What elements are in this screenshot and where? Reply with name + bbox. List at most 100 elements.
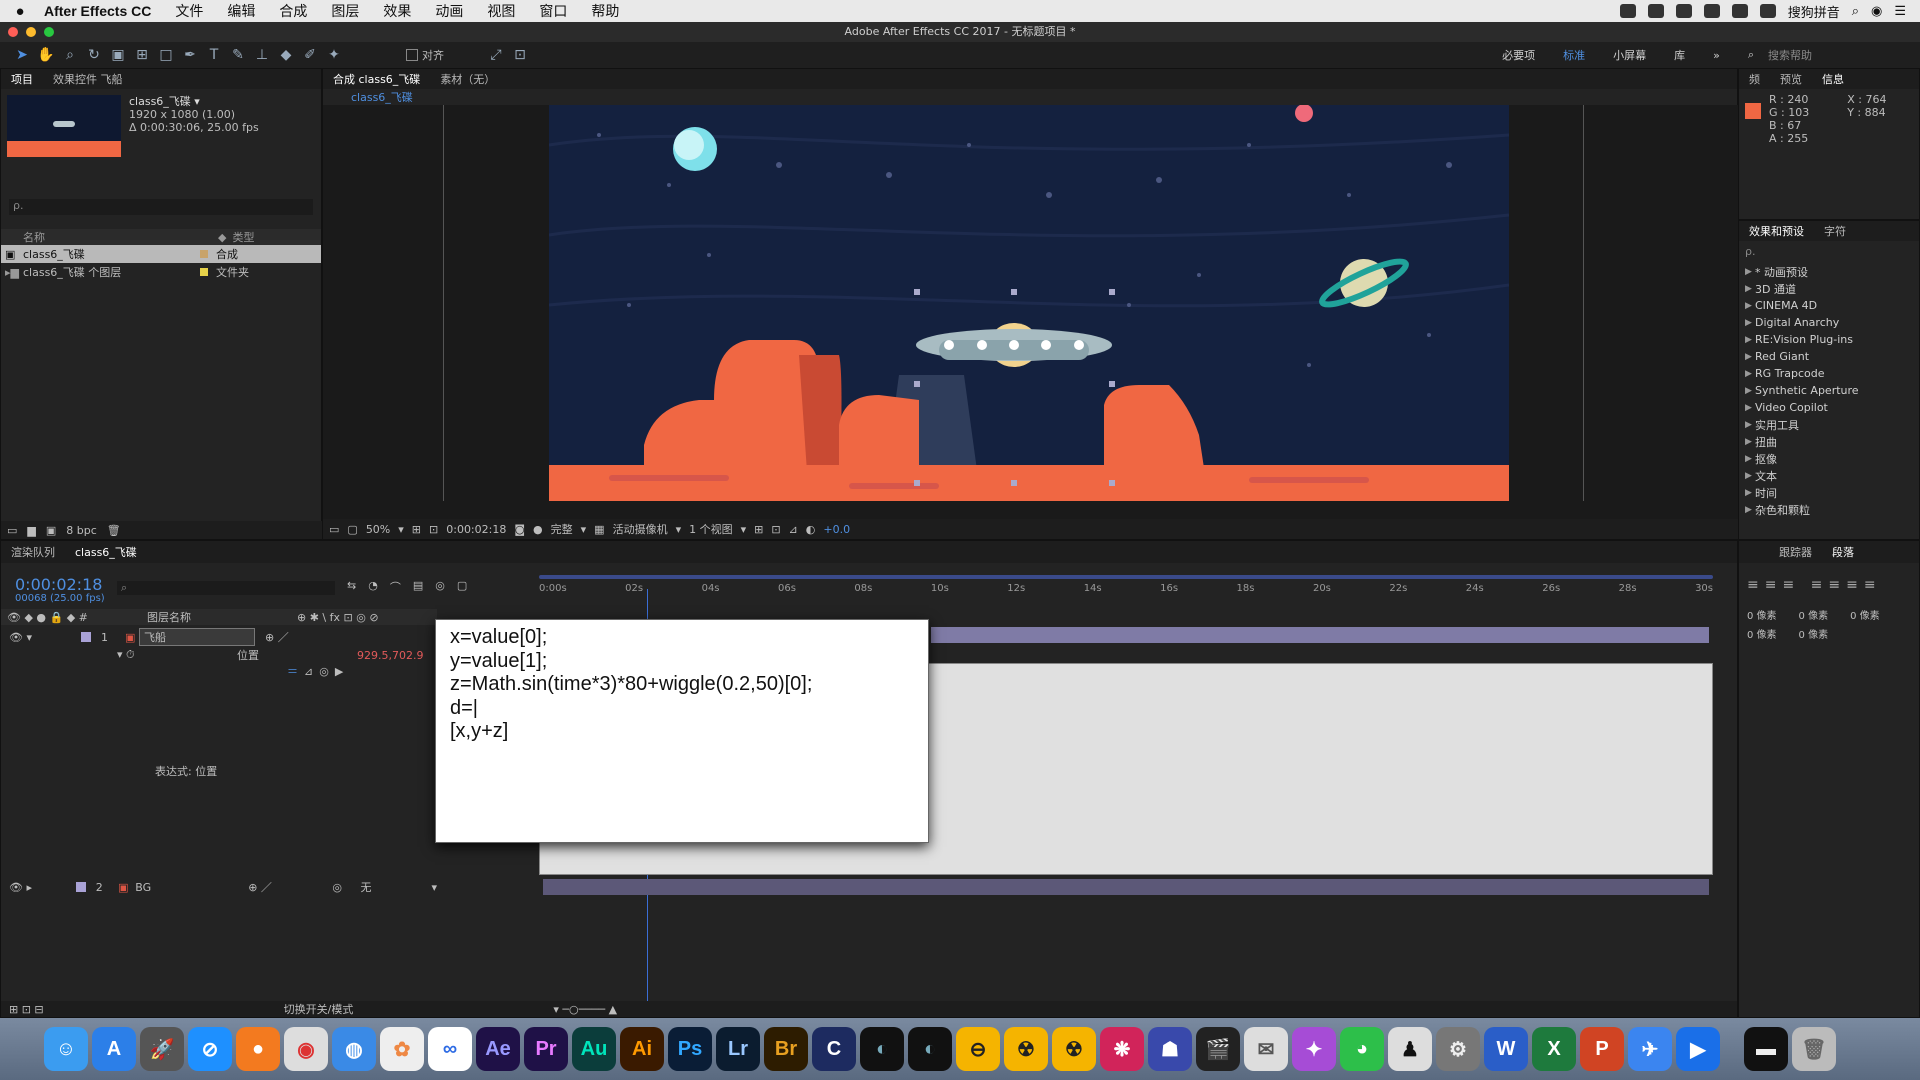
rotate-tool-icon[interactable]: ↻ — [82, 47, 106, 63]
shy-icon[interactable]: ⌒ — [390, 579, 401, 595]
tab-timeline-comp[interactable]: class6_飞碟 — [65, 544, 147, 560]
layer-bar[interactable] — [931, 627, 1709, 643]
label-color-icon[interactable] — [81, 632, 91, 642]
bridge-icon[interactable]: Br — [764, 1027, 808, 1071]
pickwhip-icon[interactable]: ◎ — [319, 665, 329, 678]
motion-blur-icon[interactable]: ◎ — [435, 579, 445, 595]
visibility-icon[interactable]: 👁 ▾ — [1, 631, 81, 644]
zoom-tool-icon[interactable]: ⌕ — [58, 47, 82, 63]
zoom-window-button[interactable] — [44, 27, 54, 37]
effects-category[interactable]: ▶ Synthetic Aperture — [1745, 382, 1919, 399]
photos-icon[interactable]: ✿ — [380, 1027, 424, 1071]
search-help-icon[interactable]: ⌕ — [1748, 48, 1754, 62]
region-icon[interactable]: ⊡ — [429, 523, 438, 536]
handbrake-icon[interactable]: ⊖ — [956, 1027, 1000, 1071]
frame-blending-icon[interactable]: ▤ — [413, 579, 423, 595]
camera-tool-icon[interactable]: ▣ — [106, 47, 130, 63]
safari-icon[interactable]: ⊘ — [188, 1027, 232, 1071]
effects-category[interactable]: ▶ RG Trapcode — [1745, 365, 1919, 382]
menu-window[interactable]: 窗口 — [527, 1, 579, 21]
preview-icon[interactable]: ✉ — [1244, 1027, 1288, 1071]
volume-icon[interactable] — [1759, 4, 1776, 18]
search-help-input[interactable]: 搜索帮助 — [1768, 47, 1908, 63]
monitor-icon[interactable]: ▢ — [347, 523, 357, 536]
qq-icon[interactable]: ♟ — [1388, 1027, 1432, 1071]
col-layer-name[interactable]: 图层名称 — [107, 609, 277, 625]
lightroom-icon[interactable]: Lr — [716, 1027, 760, 1071]
graph-icon[interactable]: ⊿ — [304, 665, 313, 678]
indent-left[interactable]: 0 像素 — [1747, 607, 1777, 622]
wifi-icon[interactable] — [1675, 4, 1692, 18]
trash-icon[interactable]: 🗑 — [107, 524, 121, 537]
tab-effect-controls[interactable]: 效果控件 飞船 — [43, 71, 133, 87]
workspace-essentials[interactable]: 必要项 — [1502, 47, 1535, 63]
effects-category[interactable]: ▶ RE:Vision Plug-ins — [1745, 331, 1919, 348]
tab-tracker[interactable]: 跟踪器 — [1769, 544, 1822, 560]
alignment-buttons[interactable]: ≡≡≡ ≡≡≡≡ — [1739, 563, 1919, 607]
menu-help[interactable]: 帮助 — [579, 1, 631, 21]
tab-info[interactable]: 信息 — [1812, 71, 1854, 87]
apple-icon[interactable]: ● — [0, 3, 40, 20]
list-item[interactable]: ▣ class6_飞碟 合成 — [1, 245, 321, 263]
cinema4d-icon[interactable]: ◐ — [860, 1027, 904, 1071]
grid-icon[interactable]: ⊞ — [412, 523, 421, 536]
pen-tool-icon[interactable]: ✒ — [178, 47, 202, 63]
illustrator-icon[interactable]: Ai — [620, 1027, 664, 1071]
menu-layer[interactable]: 图层 — [319, 1, 371, 21]
comp-name[interactable]: class6_飞碟 ▾ — [129, 95, 259, 108]
input-method[interactable]: 搜狗拼音 — [1788, 2, 1840, 21]
eye-icon[interactable] — [1647, 4, 1664, 18]
clock-icon[interactable] — [1731, 4, 1748, 18]
zoom-slider[interactable]: ▾ ─○──── ▲ — [553, 1003, 617, 1016]
effects-category[interactable]: ▶ * 动画预设 — [1745, 263, 1919, 280]
transparency-grid-icon[interactable]: ▦ — [594, 523, 604, 536]
effects-category[interactable]: ▶ Video Copilot — [1745, 399, 1919, 416]
indent-right[interactable]: 0 像素 — [1850, 607, 1880, 622]
close-window-button[interactable] — [8, 27, 18, 37]
workspace-standard[interactable]: 标准 — [1563, 47, 1585, 63]
effects-category[interactable]: ▶ 实用工具 — [1745, 416, 1919, 433]
zoom-select[interactable]: 50% — [366, 523, 390, 536]
chrome-icon[interactable]: ◉ — [284, 1027, 328, 1071]
menu-list-icon[interactable]: ☰ — [1894, 3, 1906, 19]
transform-icon[interactable]: ⊡ — [508, 47, 532, 63]
premiere-icon[interactable]: Pr — [524, 1027, 568, 1071]
pan-behind-tool-icon[interactable]: ⊞ — [130, 47, 154, 63]
tab-project[interactable]: 项目 — [1, 71, 43, 87]
tab-effects-presets[interactable]: 效果和预设 — [1739, 223, 1814, 239]
comp-breadcrumb[interactable]: class6_飞碟 — [323, 89, 1737, 105]
brush-tool-icon[interactable]: ✎ — [226, 47, 250, 63]
toggle-pixel-icon[interactable]: ⊞ — [754, 523, 763, 536]
language-menu-icon[interactable]: ▶ — [335, 665, 343, 678]
view-layout-select[interactable]: 1 个视图 — [689, 521, 733, 537]
property-row[interactable]: ▾ ⏱ 位置 929.5,702.9 — [1, 645, 437, 665]
visibility-icon[interactable]: 👁 ▸ — [1, 881, 76, 894]
parent-pickwhip-icon[interactable]: ◎ — [332, 881, 360, 894]
indent-first[interactable]: 0 像素 — [1799, 607, 1829, 622]
menu-view[interactable]: 视图 — [475, 1, 527, 21]
effects-category[interactable]: ▶ 时间 — [1745, 484, 1919, 501]
list-item[interactable]: ▸▆ class6_飞碟 个图层 文件夹 — [1, 263, 321, 281]
effects-category[interactable]: ▶ 文本 — [1745, 467, 1919, 484]
feishu-icon[interactable]: ✈ — [1628, 1027, 1672, 1071]
tab-composition[interactable]: 合成 class6_飞碟 — [323, 71, 430, 87]
expression-enable-icon[interactable]: ＝ — [287, 663, 298, 679]
channel-icon[interactable]: ● — [533, 523, 543, 536]
motion-icon[interactable]: ✦ — [1292, 1027, 1336, 1071]
launchpad-icon[interactable]: 🚀 — [140, 1027, 184, 1071]
notification-icon[interactable] — [1619, 4, 1636, 18]
nukex-icon[interactable]: ☢ — [1052, 1027, 1096, 1071]
minimize-window-button[interactable] — [26, 27, 36, 37]
toggle-switches-modes[interactable]: 切换开关/模式 — [284, 1001, 354, 1017]
layer-switches-icon[interactable]: ⊕ ／ — [238, 879, 332, 895]
resolution-select[interactable]: 完整 — [551, 521, 573, 537]
menu-edit[interactable]: 编辑 — [215, 1, 267, 21]
space-after[interactable]: 0 像素 — [1799, 626, 1829, 641]
tab-audio[interactable]: 频 — [1739, 71, 1770, 87]
quicktime-icon[interactable]: ▶ — [1676, 1027, 1720, 1071]
project-search-input[interactable]: ρ. — [9, 199, 313, 215]
layer-name[interactable]: 飞船 — [139, 628, 255, 646]
after-effects-icon[interactable]: Ae — [476, 1027, 520, 1071]
work-area-bar[interactable] — [539, 575, 1713, 579]
tab-preview[interactable]: 预览 — [1770, 71, 1812, 87]
